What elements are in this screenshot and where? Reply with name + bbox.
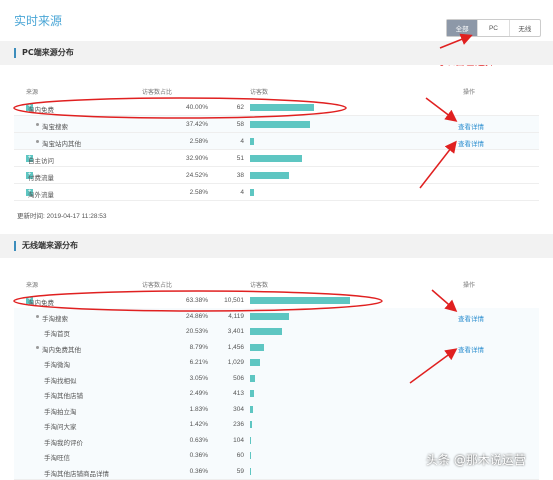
highlight-ellipse-pc xyxy=(13,97,347,119)
annotation-overlay xyxy=(13,33,473,384)
highlight-ellipse-mobile xyxy=(13,290,383,312)
arrow-mobile-detail-2 xyxy=(409,348,458,384)
arrow-pc-detail-1 xyxy=(425,97,458,122)
arrow-mobile-detail-1 xyxy=(431,289,458,312)
arrow-to-segment xyxy=(439,33,473,49)
arrow-pc-detail-2 xyxy=(419,140,457,189)
watermark: 头条 @那木说运营 xyxy=(426,453,526,467)
